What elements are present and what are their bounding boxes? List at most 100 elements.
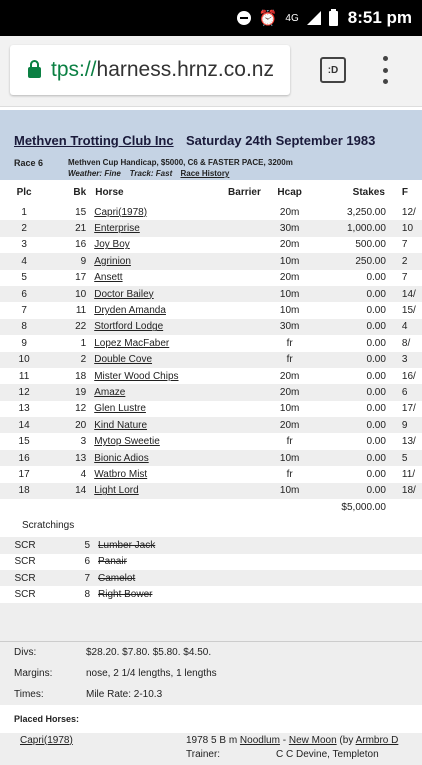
- cell-horse[interactable]: Mytop Sweetie: [94, 433, 219, 449]
- scr-status: SCR: [14, 588, 36, 600]
- table-row: 6 10 Doctor Bailey 10m 0.00 14/: [0, 285, 422, 303]
- cell-horse[interactable]: Agrinion: [94, 253, 219, 269]
- cell-hcap: 10m: [279, 403, 300, 415]
- placed-horse-pedigree: 1978 5 B m Noodlum - New Moon (by Armbro…: [186, 735, 398, 746]
- table-row: 2 21 Enterprise 30m 1,000.00 10: [0, 220, 422, 237]
- scr-horse[interactable]: Panair: [98, 554, 422, 570]
- cell-bk: 10: [75, 288, 87, 300]
- cell-f: 13/: [401, 436, 416, 448]
- table-row: 5 17 Ansett 20m 0.00 7: [0, 269, 422, 286]
- cell-stakes: 0.00: [366, 468, 386, 480]
- cell-plc: 13: [18, 403, 30, 415]
- col-horse: Horse: [95, 186, 124, 198]
- cell-bk: 16: [75, 239, 87, 251]
- cell-horse[interactable]: Kind Nature: [94, 417, 219, 433]
- table-row: 4 9 Agrinion 10m 250.00 2: [0, 253, 422, 270]
- club-link[interactable]: Methven Trotting Club Inc: [14, 133, 174, 148]
- cell-stakes: 0.00: [366, 485, 386, 497]
- dam-link[interactable]: New Moon: [289, 735, 337, 746]
- scratching-row: SCR 5 Lumber Jack: [0, 537, 422, 554]
- cell-bk: 2: [80, 354, 87, 366]
- pedigree-prefix: 1978 5 B m: [186, 734, 240, 746]
- cell-horse[interactable]: Mister Wood Chips: [94, 368, 219, 384]
- divs-label: Divs:: [14, 646, 37, 658]
- cell-f: 12/: [401, 206, 416, 218]
- cell-bk: 21: [75, 223, 87, 235]
- cell-horse[interactable]: Watbro Mist: [94, 466, 219, 482]
- cell-f: 7: [401, 239, 408, 251]
- scr-horse[interactable]: Right Bower: [98, 586, 422, 602]
- cell-plc: 18: [18, 485, 30, 497]
- cell-horse[interactable]: Double Cove: [94, 352, 219, 368]
- cell-stakes: 0.00: [366, 403, 386, 415]
- total-row: $5,000.00: [0, 499, 422, 516]
- cell-bk: 3: [80, 436, 87, 448]
- cell-plc: 8: [21, 321, 27, 333]
- cell-horse[interactable]: Capri(1978): [94, 204, 219, 220]
- cell-horse[interactable]: Enterprise: [94, 220, 219, 236]
- meeting-date: Saturday 24th September 1983: [186, 133, 376, 148]
- scr-bk: 8: [84, 588, 90, 600]
- race-number: Race 6: [14, 158, 44, 168]
- divs-value: $28.20. $7.80. $5.80. $4.50.: [86, 646, 212, 658]
- table-row: 14 20 Kind Nature 20m 0.00 9: [0, 417, 422, 434]
- table-row: 3 16 Joy Boy 20m 500.00 7: [0, 236, 422, 254]
- tab-switcher-button[interactable]: :D: [320, 57, 346, 83]
- cell-plc: 12: [18, 386, 30, 398]
- results-table: Plc Bk Horse Barrier Hcap Stakes F 1 15 Ca…: [0, 180, 422, 516]
- cell-stakes: 0.00: [366, 419, 386, 431]
- cell-horse[interactable]: Amaze: [94, 384, 219, 400]
- cell-barrier: [219, 286, 269, 302]
- table-row: 16 13 Bionic Adios 10m 0.00 5: [0, 449, 422, 467]
- status-bar: ⏰ 4G 8:51 pm: [0, 0, 422, 36]
- secure-lock-icon[interactable]: [28, 60, 41, 78]
- cell-barrier: [219, 401, 269, 417]
- cell-horse[interactable]: Bionic Adios: [94, 450, 219, 466]
- cell-barrier: [219, 220, 269, 236]
- race-history-link[interactable]: Race History: [180, 169, 229, 178]
- overflow-menu-icon[interactable]: [380, 56, 390, 84]
- col-stakes: Stakes: [352, 186, 385, 198]
- damsire-link[interactable]: Armbro D: [356, 735, 399, 746]
- cell-horse[interactable]: Joy Boy: [94, 237, 219, 253]
- table-row: 1 15 Capri(1978) 20m 3,250.00 12/: [0, 204, 422, 221]
- scr-horse[interactable]: Camelot: [98, 570, 422, 586]
- cell-plc: 14: [18, 419, 30, 431]
- address-bar[interactable]: tps://harness.hrnz.co.nz: [10, 45, 290, 95]
- table-row: 18 14 Light Lord 10m 0.00 18/: [0, 482, 422, 500]
- url-text[interactable]: tps://harness.hrnz.co.nz: [51, 58, 274, 82]
- table-row: 15 3 Mytop Sweetie fr 0.00 13/: [0, 433, 422, 450]
- table-row: 11 18 Mister Wood Chips 20m 0.00 16/: [0, 367, 422, 385]
- cell-bk: 15: [75, 206, 87, 218]
- cell-horse[interactable]: Dryden Amanda: [94, 302, 219, 318]
- cell-stakes: 0.00: [366, 436, 386, 448]
- cell-barrier: [219, 433, 269, 449]
- cell-horse[interactable]: Light Lord: [94, 483, 219, 499]
- placed-horse-link[interactable]: Capri(1978): [20, 735, 73, 746]
- race-header: Race 6 Methven Cup Handicap, $5000, C6 &…: [0, 158, 422, 180]
- cell-horse[interactable]: Lopez MacFaber: [94, 335, 219, 351]
- cell-barrier: [219, 302, 269, 318]
- race-info: Divs: $28.20. $7.80. $5.80. $4.50. Margi…: [0, 640, 422, 705]
- col-plc: Plc: [16, 186, 32, 198]
- cell-hcap: 10m: [279, 288, 300, 300]
- col-hcap: Hcap: [277, 186, 302, 198]
- network-type: 4G: [285, 12, 299, 24]
- cell-horse[interactable]: Ansett: [94, 270, 219, 286]
- cell-bk: 4: [80, 468, 87, 480]
- cell-bk: 11: [75, 305, 87, 317]
- table-row: 12 19 Amaze 20m 0.00 6: [0, 384, 422, 401]
- weather-value: Fine: [104, 169, 121, 178]
- scr-horse[interactable]: Lumber Jack: [98, 537, 422, 553]
- sire-link[interactable]: Noodlum: [240, 735, 280, 746]
- scr-status: SCR: [14, 572, 36, 584]
- scratchings-title: Scratchings: [0, 515, 422, 538]
- cell-horse[interactable]: Stortford Lodge: [94, 319, 219, 335]
- trainer-value: C C Devine, Templeton: [276, 748, 379, 760]
- cell-barrier: [219, 237, 269, 253]
- cell-horse[interactable]: Glen Lustre: [94, 401, 219, 417]
- cell-horse[interactable]: Doctor Bailey: [94, 286, 219, 302]
- alarm-icon: ⏰: [258, 10, 278, 27]
- url-host: harness.hrnz.co.nz: [96, 58, 274, 81]
- scr-status: SCR: [14, 556, 36, 568]
